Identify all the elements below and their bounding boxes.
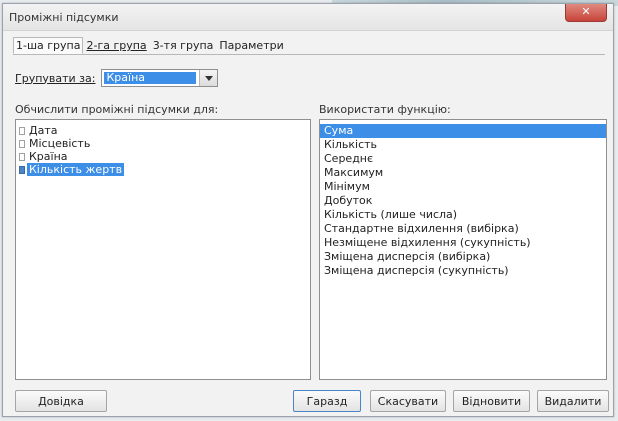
function-item-stdev-population[interactable]: Незміщене відхилення (сукупність) [320,236,606,250]
checkbox[interactable] [19,152,25,161]
group-by-select[interactable]: Країна [101,69,219,87]
function-item-count-numbers[interactable]: Кількість (лише числа) [320,208,606,222]
checkbox[interactable] [19,139,25,148]
calc-for-list[interactable]: Дата Місцевість Країна Кількість жертв [15,119,311,380]
help-button-label: Довідка [38,394,84,408]
functions-list[interactable]: Сума Кількість Середнє Максимум Мінімум … [319,119,607,380]
list-item-label: Місцевість [29,137,91,150]
restore-button-label: Відновити [461,394,522,408]
calc-for-item-victims[interactable]: Кількість жертв [16,163,310,176]
dialog-title: Проміжні підсумки [9,11,119,24]
list-item-label: Країна [29,150,68,163]
title-bar: Проміжні підсумки ✕ [3,4,613,31]
function-item-stdev-sample[interactable]: Стандартне відхилення (вибірка) [320,222,606,236]
function-item-sum[interactable]: Сума [320,124,606,138]
subtotals-dialog: Проміжні підсумки ✕ 1-ша група 2-га груп… [2,3,614,417]
tab-group-3[interactable]: 3-тя група [150,37,217,54]
chevron-down-icon[interactable] [199,70,218,86]
group-by-label: Групувати за: [15,71,96,85]
function-item-max[interactable]: Максимум [320,166,606,180]
list-item-label: Дата [29,124,58,137]
calc-for-label: Обчислити проміжні підсумки для: [15,103,219,116]
list-item-label: Кількість жертв [27,163,125,176]
cancel-button-label: Скасувати [377,394,439,408]
calc-for-item-date[interactable]: Дата [16,124,310,137]
group-by-row: Групувати за: Країна [15,67,219,89]
function-item-average[interactable]: Середнє [320,152,606,166]
calc-for-item-location[interactable]: Місцевість [16,137,310,150]
checkbox[interactable] [19,126,25,135]
ok-button-label: Гаразд [306,394,348,408]
functions-label: Використати функцію: [319,103,451,116]
delete-button[interactable]: Видалити [537,390,609,412]
calc-for-item-country[interactable]: Країна [16,150,310,163]
function-item-product[interactable]: Добуток [320,194,606,208]
help-button[interactable]: Довідка [15,390,107,412]
delete-button-label: Видалити [544,394,602,408]
function-item-count[interactable]: Кількість [320,138,606,152]
function-item-var-sample[interactable]: Зміщена дисперсія (вибірка) [320,250,606,264]
ok-button[interactable]: Гаразд [293,390,361,412]
cancel-button[interactable]: Скасувати [370,390,446,412]
function-item-min[interactable]: Мінімум [320,180,606,194]
close-button[interactable]: ✕ [565,4,607,22]
function-item-var-population[interactable]: Зміщена дисперсія (сукупність) [320,264,606,278]
checkbox[interactable] [19,165,25,174]
tab-group-1[interactable]: 1-ша група [13,37,84,54]
close-icon: ✕ [581,5,591,18]
tab-divider [13,54,605,55]
tab-group-2[interactable]: 2-га група [83,37,149,54]
tab-strip: 1-ша група 2-га група 3-тя група Парамет… [13,37,287,54]
tab-options[interactable]: Параметри [216,37,286,54]
restore-button[interactable]: Відновити [453,390,530,412]
group-by-value: Країна [104,72,197,84]
